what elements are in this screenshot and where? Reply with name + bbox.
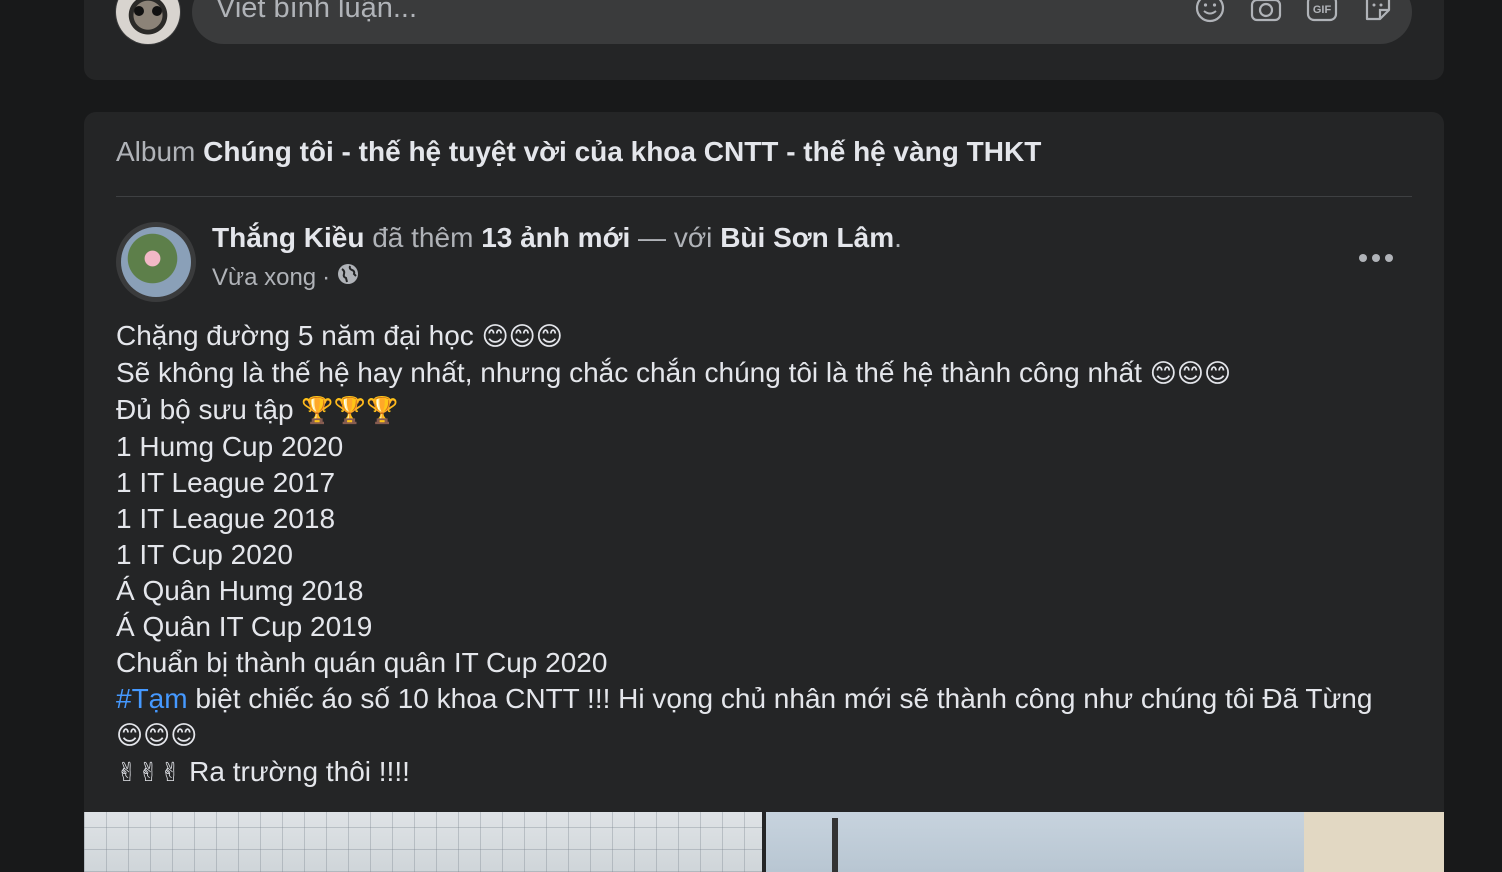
dot xyxy=(1359,254,1367,262)
meta-separator: · xyxy=(322,263,331,291)
gif-icon[interactable]: GIF xyxy=(1306,0,1338,24)
comment-tools: GIF xyxy=(1194,0,1394,24)
post-line-text: Chặng đường 5 năm đại học xyxy=(116,320,482,351)
post-line: Á Quân Humg 2018 xyxy=(116,575,364,606)
post-timestamp[interactable]: Vừa xong xyxy=(212,264,316,292)
post-line: 1 IT Cup 2020 xyxy=(116,539,293,570)
sticker-icon[interactable] xyxy=(1362,0,1394,24)
emoji: 😊😊😊 xyxy=(1149,359,1232,389)
post-body: Chặng đường 5 năm đại học 😊😊😊 Sẽ không l… xyxy=(116,318,1416,791)
comment-input[interactable]: Viết bình luận... GIF xyxy=(192,0,1412,44)
author-avatar[interactable] xyxy=(116,222,196,302)
photo-count-link[interactable]: 13 ảnh mới xyxy=(481,222,630,253)
post-line: Sẽ không là thế hệ hay nhất, nhưng chắc … xyxy=(116,355,1416,392)
post-photo[interactable] xyxy=(766,812,1444,872)
post-photo[interactable] xyxy=(84,812,762,872)
header-period: . xyxy=(894,222,902,253)
gif-label: GIF xyxy=(1313,4,1332,16)
post-line: 1 IT League 2017 xyxy=(116,467,336,498)
emoji: ✌✌✌ xyxy=(116,758,182,788)
globe-icon[interactable] xyxy=(336,262,360,293)
album-header: Album Chúng tôi - thế hệ tuyệt vời của k… xyxy=(116,136,1041,168)
post-line: Đủ bộ sưu tập 🏆🏆🏆 xyxy=(116,392,1416,429)
post-line: 😊😊😊 xyxy=(116,717,1416,754)
comment-placeholder: Viết bình luận... xyxy=(216,0,418,24)
post-line: Chặng đường 5 năm đại học 😊😊😊 xyxy=(116,318,1416,355)
dot xyxy=(1385,254,1393,262)
post-line-text: biệt chiếc áo số 10 khoa CNTT !!! Hi vọn… xyxy=(187,683,1373,714)
post-line: ✌✌✌ Ra trường thôi !!!! xyxy=(116,754,1416,791)
hashtag-link[interactable]: #Tạm xyxy=(116,683,188,714)
photo-net-pattern xyxy=(84,812,762,872)
post-line: Á Quân IT Cup 2019 xyxy=(116,611,373,642)
post-meta: Vừa xong · xyxy=(212,262,360,293)
dot xyxy=(1372,254,1380,262)
post-options-button[interactable] xyxy=(1354,244,1398,272)
post-line: 1 Humg Cup 2020 xyxy=(116,431,344,462)
action-text: đã thêm xyxy=(364,222,482,253)
emoji: 😊😊😊 xyxy=(481,322,563,352)
emoji: 😊😊😊 xyxy=(116,721,198,751)
comment-card: Viết bình luận... GIF xyxy=(84,0,1444,80)
avatar-eye xyxy=(152,6,162,16)
post-line: #Tạm biệt chiếc áo số 10 khoa CNTT !!! H… xyxy=(116,681,1416,717)
album-prefix: Album xyxy=(116,136,196,167)
emoji: 🏆🏆🏆 xyxy=(301,396,399,426)
emoji-icon[interactable] xyxy=(1194,0,1226,24)
avatar-eye xyxy=(134,6,144,16)
divider xyxy=(116,196,1412,197)
post-line-text: Sẽ không là thế hệ hay nhất, nhưng chắc … xyxy=(116,357,1150,388)
post-line: Chuẩn bị thành quán quân IT Cup 2020 xyxy=(116,647,608,678)
post-header: Thắng Kiều đã thêm 13 ảnh mới — với Bùi … xyxy=(212,222,902,254)
post-card: Album Chúng tôi - thế hệ tuyệt vời của k… xyxy=(84,112,1444,872)
with-text: — với xyxy=(630,222,721,253)
post-line-text: Ra trường thôi !!!! xyxy=(181,756,410,787)
author-avatar-image xyxy=(121,227,191,297)
camera-icon[interactable] xyxy=(1250,0,1282,24)
photo-building xyxy=(1304,812,1444,872)
post-line: 1 IT League 2018 xyxy=(116,503,336,534)
photo-pole xyxy=(832,818,838,872)
author-name-link[interactable]: Thắng Kiều xyxy=(212,222,364,253)
album-name-link[interactable]: Chúng tôi - thế hệ tuyệt vời của khoa CN… xyxy=(203,136,1041,167)
current-user-avatar[interactable] xyxy=(116,0,180,44)
tagged-user-link[interactable]: Bùi Sơn Lâm xyxy=(720,222,894,253)
post-line-text: Đủ bộ sưu tập xyxy=(116,394,302,425)
